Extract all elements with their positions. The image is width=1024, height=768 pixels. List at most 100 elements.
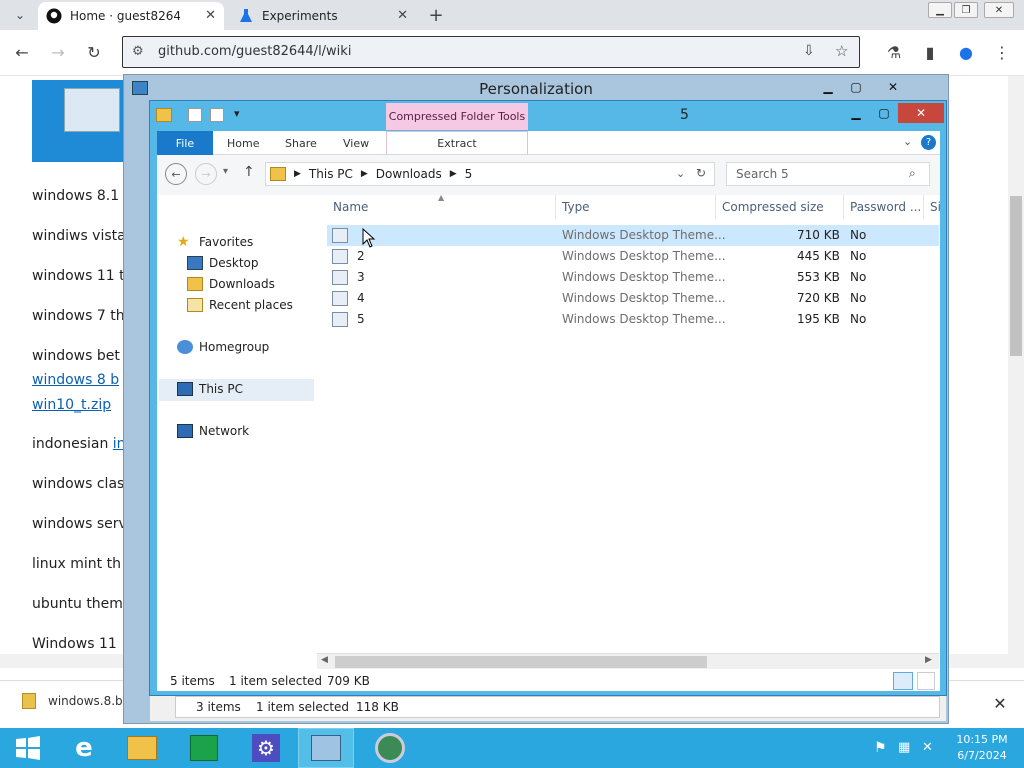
tab-github-home[interactable]: Home · guest82644/l ✕ — [38, 2, 224, 30]
new-folder-icon[interactable] — [210, 108, 224, 122]
nav-downloads[interactable]: Downloads — [187, 277, 275, 291]
nav-desktop[interactable]: Desktop — [187, 256, 259, 270]
file-explorer-button[interactable] — [114, 728, 170, 768]
forward-button[interactable]: → — [46, 40, 70, 64]
restore-button[interactable]: ❐ — [954, 2, 978, 18]
recent-places-icon — [187, 298, 203, 312]
help-icon[interactable]: ? — [921, 135, 936, 150]
page-link[interactable]: windows 8 b — [32, 372, 119, 388]
breadcrumb-current[interactable]: 5 — [465, 167, 473, 181]
column-header-compressed-size[interactable]: Compressed size — [716, 195, 844, 219]
action-center-flag-icon[interactable]: ⚑ — [874, 740, 887, 756]
tab-file[interactable]: File — [157, 131, 213, 155]
search-box[interactable]: Search 5 ⌕ — [726, 162, 930, 186]
minimize-button[interactable]: ▁ — [842, 103, 870, 123]
profile-avatar-icon[interactable]: ● — [954, 40, 978, 64]
list-item: windows bet — [32, 348, 120, 364]
volume-muted-icon[interactable]: ✕ — [922, 740, 933, 755]
chevron-right-icon[interactable]: ▶ — [450, 169, 457, 179]
file-list: ▲ Name Type Compressed size Password ...… — [317, 193, 940, 652]
install-app-icon[interactable]: ⇩ — [803, 43, 815, 59]
reload-button[interactable]: ↻ — [82, 40, 106, 64]
table-row[interactable]: 2 Windows Desktop Theme... 445 KB No — [327, 246, 939, 267]
minimize-button[interactable]: ▁ — [814, 77, 842, 97]
personalization-taskbar-button[interactable] — [298, 728, 354, 768]
windows-logo-icon — [16, 736, 40, 760]
menu-kebab-icon[interactable]: ⋮ — [990, 40, 1014, 64]
tab-experiments[interactable]: Experiments ✕ — [230, 2, 416, 30]
compressed-folder-tools-tab[interactable]: Compressed Folder Tools — [386, 103, 528, 130]
column-header-type[interactable]: Type — [556, 195, 716, 219]
list-item: linux mint th — [32, 556, 121, 572]
tab-share[interactable]: Share — [285, 131, 317, 155]
back-button[interactable]: ← — [165, 163, 187, 185]
table-row[interactable]: 3 Windows Desktop Theme... 553 KB No — [327, 267, 939, 288]
refresh-icon[interactable]: ↻ — [696, 166, 706, 180]
address-bar[interactable]: ▶ This PC ▶ Downloads ▶ 5 ⌄ ↻ — [265, 162, 715, 186]
search-icon[interactable]: ⌕ — [909, 166, 916, 181]
file-list-horizontal-scrollbar[interactable]: ◀ ▶ — [317, 653, 939, 669]
back-button[interactable]: ← — [10, 40, 34, 64]
address-dropdown-icon[interactable]: ⌄ — [676, 167, 685, 180]
tab-home[interactable]: Home — [227, 131, 259, 155]
large-icons-view-button[interactable] — [917, 672, 935, 690]
table-row[interactable]: 4 Windows Desktop Theme... 720 KB No — [327, 288, 939, 309]
scroll-left-icon[interactable]: ◀ — [321, 655, 328, 665]
bookmark-star-icon[interactable]: ☆ — [835, 42, 848, 60]
table-row[interactable]: 5 Windows Desktop Theme... 195 KB No — [327, 309, 939, 330]
forward-button[interactable]: → — [195, 163, 217, 185]
start-button[interactable] — [0, 728, 56, 768]
minimize-button[interactable]: ▁ — [928, 2, 952, 18]
new-tab-button[interactable]: + — [424, 3, 448, 27]
nav-recent-places[interactable]: Recent places — [187, 298, 293, 312]
page-link[interactable]: win10_t.zip — [32, 397, 111, 413]
chevron-right-icon[interactable]: ▶ — [294, 169, 301, 179]
chrome-button[interactable] — [362, 728, 418, 768]
column-header-password[interactable]: Password ... — [844, 195, 924, 219]
nav-network[interactable]: Network — [177, 424, 249, 438]
chevron-right-icon[interactable]: ▶ — [361, 169, 368, 179]
close-window-button[interactable]: ✕ — [984, 2, 1014, 18]
close-icon[interactable]: ✕ — [205, 8, 216, 23]
close-download-bar-icon[interactable]: ✕ — [986, 689, 1014, 717]
recent-locations-icon[interactable]: ▾ — [223, 166, 228, 177]
tab-extract[interactable]: Extract — [386, 131, 528, 155]
control-panel-button[interactable]: ⚙ — [238, 728, 294, 768]
properties-icon[interactable] — [188, 108, 202, 122]
page-scroll-thumb[interactable] — [1010, 196, 1022, 356]
labs-icon[interactable]: ⚗ — [882, 40, 906, 64]
expand-ribbon-icon[interactable]: ⌄ — [903, 135, 912, 148]
system-clock[interactable]: 10:15 PM 6/7/2024 — [940, 732, 1024, 764]
network-tray-icon[interactable]: ▦ — [898, 740, 910, 755]
scroll-thumb[interactable] — [335, 656, 707, 668]
breadcrumb-downloads[interactable]: Downloads — [376, 167, 442, 181]
downloads-folder-icon — [187, 277, 203, 291]
close-icon[interactable]: ✕ — [397, 8, 408, 23]
nav-favorites[interactable]: ★ Favorites — [177, 235, 253, 249]
scroll-right-icon[interactable]: ▶ — [925, 655, 932, 665]
close-button[interactable]: ✕ — [870, 77, 916, 97]
breadcrumb-this-pc[interactable]: This PC — [309, 167, 353, 181]
address-bar[interactable]: ⚙ github.com/guest82644/l/wiki ⇩ ☆ — [122, 36, 860, 68]
site-info-icon[interactable]: ⚙ — [132, 44, 144, 59]
nav-homegroup[interactable]: Homegroup — [177, 340, 269, 354]
table-row[interactable]: Windows Desktop Theme... 710 KB No — [327, 225, 939, 246]
internet-explorer-button[interactable]: e — [56, 728, 112, 768]
github-icon — [46, 8, 62, 24]
clock-date: 6/7/2024 — [957, 749, 1007, 762]
column-header-name[interactable]: Name — [327, 195, 556, 219]
nav-this-pc[interactable]: This PC — [177, 382, 243, 396]
page-vertical-scrollbar[interactable] — [1008, 76, 1024, 656]
quick-access-dropdown-icon[interactable]: ▾ — [234, 107, 240, 120]
close-button[interactable]: ✕ — [898, 103, 944, 123]
tab-search-button[interactable]: ⌄ — [8, 3, 32, 27]
details-view-button[interactable] — [893, 672, 913, 690]
list-item: windows 11 t — [32, 268, 125, 284]
column-header-size[interactable]: Si — [924, 195, 940, 219]
up-button[interactable]: ↑ — [243, 164, 255, 180]
side-panel-icon[interactable]: ▮ — [918, 40, 942, 64]
maximize-button[interactable]: ▢ — [842, 77, 870, 97]
tab-view[interactable]: View — [343, 131, 369, 155]
store-button[interactable] — [176, 728, 232, 768]
maximize-button[interactable]: ▢ — [870, 103, 898, 123]
